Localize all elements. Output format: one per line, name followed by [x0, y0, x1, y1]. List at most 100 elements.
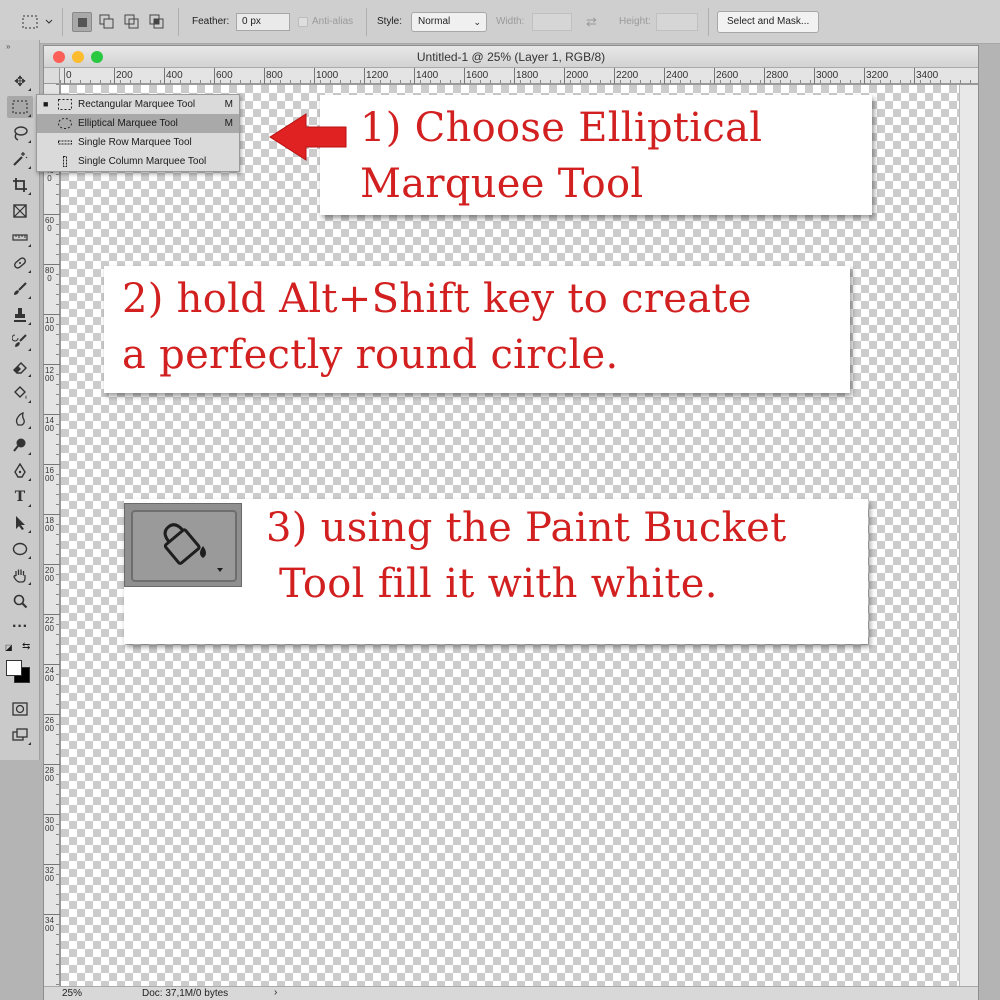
flyout-item-rectangular-marquee[interactable]: ■ Rectangular Marquee Tool M	[37, 95, 239, 114]
ellipse-icon	[12, 542, 28, 556]
ruler-tick-label: 3200	[45, 866, 54, 883]
intersect-selection-icon	[149, 14, 164, 29]
eraser-tool[interactable]	[7, 356, 33, 378]
ruler-major-tick	[44, 864, 60, 865]
ruler-tick-label: 1800	[45, 516, 54, 533]
antialias-checkbox[interactable]	[298, 17, 308, 27]
marquee-tools-flyout: ■ Rectangular Marquee Tool M Elliptical …	[36, 94, 240, 172]
ruler-tick-label: 2600	[716, 70, 739, 81]
ruler-tick-label: 2400	[666, 70, 689, 81]
step-1-callout: 1) Choose Elliptical Marquee Tool	[320, 95, 872, 215]
path-selection-tool[interactable]	[7, 512, 33, 534]
paint-bucket-tool[interactable]	[7, 382, 33, 404]
feather-input[interactable]: 0 px	[236, 13, 290, 31]
quick-mask-icon	[12, 702, 28, 716]
dodge-tool[interactable]	[7, 434, 33, 456]
separator	[178, 8, 179, 36]
swap-colors-icon[interactable]: ⇆	[22, 641, 30, 652]
ellipse-marquee-icon	[58, 118, 72, 129]
edit-toolbar-button[interactable]: ···	[7, 616, 33, 638]
ruler-major-tick	[44, 714, 60, 715]
ruler-tick-label: 800	[45, 266, 54, 283]
marquee-tool[interactable]	[7, 96, 33, 118]
ruler-tick-label: 2400	[45, 666, 54, 683]
red-arrow-icon	[269, 113, 347, 161]
rect-marquee-icon	[22, 15, 53, 29]
crop-tool[interactable]	[7, 174, 33, 196]
ruler-icon	[12, 234, 28, 241]
intersect-selection-button[interactable]	[147, 12, 167, 32]
ruler-major-tick	[44, 314, 60, 315]
paint-bucket-icon	[14, 386, 27, 399]
new-selection-button[interactable]	[72, 12, 92, 32]
ruler-tick-label: 600	[45, 216, 54, 233]
type-tool[interactable]: T	[7, 486, 33, 508]
width-input[interactable]	[532, 13, 572, 31]
ruler-tick-label: 1800	[516, 70, 539, 81]
pen-tool[interactable]	[7, 460, 33, 482]
ruler-major-tick	[44, 364, 60, 365]
screen-mode-button[interactable]	[7, 724, 33, 746]
magic-wand-tool[interactable]	[7, 148, 33, 170]
panel-collapse-icon[interactable]: »	[6, 42, 10, 51]
ruler-tick-label: 3200	[866, 70, 889, 81]
flyout-item-single-column-marquee[interactable]: Single Column Marquee Tool	[37, 152, 239, 171]
document-info[interactable]: Doc: 37,1M/0 bytes	[142, 988, 228, 999]
style-select[interactable]: Normal ⌄	[411, 12, 487, 32]
height-label: Height:	[619, 16, 651, 27]
options-bar: Feather: 0 px Anti-alias Style: Normal ⌄…	[0, 0, 1000, 44]
history-brush-tool[interactable]	[7, 330, 33, 352]
clone-stamp-tool[interactable]	[7, 304, 33, 326]
subtract-from-selection-button[interactable]	[122, 12, 142, 32]
type-icon: T	[14, 489, 26, 505]
separator	[366, 8, 367, 36]
smudge-icon	[15, 412, 25, 426]
default-colors-icon[interactable]: ◪	[5, 643, 13, 652]
zoom-level[interactable]: 25%	[62, 988, 82, 999]
vertical-ruler[interactable]: 2004006008001000120014001600180020002200…	[44, 84, 60, 986]
ruler-tick-label: 600	[216, 70, 233, 81]
ruler-tick-label: 1200	[45, 366, 54, 383]
swap-icon[interactable]: ⇄	[586, 13, 597, 31]
zoom-tool[interactable]	[7, 590, 33, 612]
foreground-color-swatch[interactable]	[6, 660, 22, 676]
ruler-major-tick	[44, 564, 60, 565]
ruler-major-tick	[44, 914, 60, 915]
frame-icon	[13, 204, 27, 218]
ruler-tick-label: 800	[266, 70, 283, 81]
move-tool[interactable]: ✥	[7, 70, 33, 92]
frame-tool[interactable]	[7, 200, 33, 222]
brush-tool[interactable]	[7, 278, 33, 300]
ruler-major-tick	[44, 764, 60, 765]
vertical-scrollbar[interactable]	[959, 85, 978, 986]
ruler-major-tick	[44, 664, 60, 665]
eyedropper-tool[interactable]	[7, 226, 33, 248]
chevron-right-icon[interactable]: ›	[274, 987, 277, 998]
rect-marquee-icon	[58, 99, 72, 110]
ruler-tick-label: 1400	[416, 70, 439, 81]
quick-mask-button[interactable]	[7, 698, 33, 720]
style-label: Style:	[377, 16, 403, 27]
lasso-tool[interactable]	[7, 122, 33, 144]
height-input[interactable]	[656, 13, 698, 31]
ruler-tick-label: 400	[166, 70, 183, 81]
flyout-item-elliptical-marquee[interactable]: Elliptical Marquee Tool M	[37, 114, 239, 133]
step-3-line-1: 3) using the Paint Bucket	[266, 505, 787, 551]
ellipse-tool[interactable]	[7, 538, 33, 560]
stamp-icon	[14, 308, 26, 322]
flyout-item-single-row-marquee[interactable]: Single Row Marquee Tool	[37, 133, 239, 152]
document-title-bar[interactable]: Untitled-1 @ 25% (Layer 1, RGB/8)	[44, 46, 978, 68]
ruler-origin[interactable]	[44, 68, 60, 84]
tools-panel: » ✥ T ··· ◪ ⇆	[0, 40, 40, 760]
select-and-mask-button[interactable]: Select and Mask...	[717, 11, 820, 33]
horizontal-ruler[interactable]: 0 200 400 600 800 1000 1200 1400 1600 1800 2000 220…	[60, 68, 978, 84]
blur-tool[interactable]	[7, 408, 33, 430]
document-title: Untitled-1 @ 25% (Layer 1, RGB/8)	[416, 50, 606, 64]
dodge-icon	[13, 438, 26, 452]
step-3-line-2: Tool fill it with white.	[266, 561, 718, 607]
healing-brush-tool[interactable]	[7, 252, 33, 274]
magic-wand-icon	[13, 152, 28, 166]
marquee-preset-picker[interactable]	[20, 12, 56, 32]
hand-tool[interactable]	[7, 564, 33, 586]
add-to-selection-button[interactable]	[97, 12, 117, 32]
